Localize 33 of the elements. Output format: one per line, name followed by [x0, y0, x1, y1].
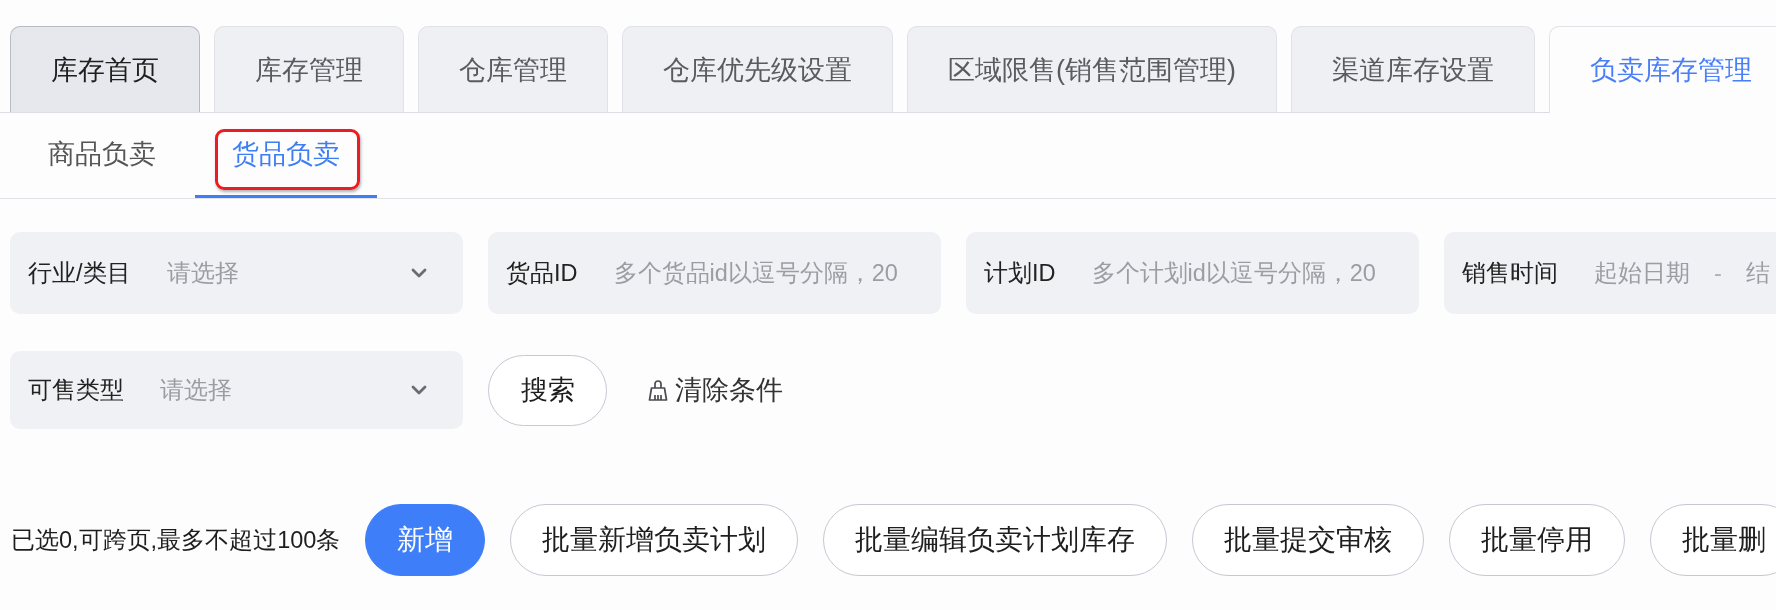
select-input[interactable]: 请选择: [160, 376, 411, 404]
nav-tab[interactable]: 库存管理: [214, 26, 404, 112]
text-input[interactable]: 多个计划id以逗号分隔，20: [1091, 259, 1383, 287]
nav-tab[interactable]: 库存首页: [10, 26, 200, 112]
nav-tab[interactable]: 负卖库存管理: [1549, 26, 1776, 113]
start-date-input[interactable]: 起始日期: [1594, 259, 1690, 287]
action-button[interactable]: 批量删: [1650, 504, 1776, 576]
nav-tab[interactable]: 渠道库存设置: [1291, 26, 1535, 112]
clear-button[interactable]: 清除条件: [648, 372, 783, 408]
brush-icon: [648, 379, 668, 401]
selection-note: 已选0,可跨页,最多不超过100条: [11, 526, 341, 555]
action-button[interactable]: 新增: [365, 504, 486, 576]
nav-tab[interactable]: 仓库管理: [418, 26, 608, 112]
action-button[interactable]: 批量编辑负卖计划库存: [823, 504, 1168, 576]
chevron-down-icon: [411, 385, 427, 395]
field-label: 货品ID: [506, 259, 578, 288]
sub-tab[interactable]: 货品负卖: [195, 113, 377, 198]
field-label: 销售时间: [1462, 259, 1558, 288]
nav-tab[interactable]: 仓库优先级设置: [622, 26, 893, 112]
field-label: 行业/类目: [28, 259, 131, 288]
select-input[interactable]: 请选择: [166, 259, 411, 287]
field-label: 计划ID: [984, 259, 1056, 288]
text-input[interactable]: 多个货品id以逗号分隔，20: [613, 259, 905, 287]
search-button[interactable]: 搜索: [488, 354, 607, 426]
nav-tab[interactable]: 区域限售(销售范围管理): [907, 26, 1277, 112]
chevron-down-icon: [411, 268, 427, 278]
end-date-input[interactable]: 结: [1745, 259, 1771, 287]
action-button[interactable]: 批量停用: [1449, 504, 1626, 576]
field-label: 可售类型: [28, 376, 124, 405]
action-button[interactable]: 批量提交审核: [1192, 504, 1425, 576]
range-separator: -: [1714, 259, 1722, 287]
sub-tab[interactable]: 商品负卖: [11, 113, 193, 198]
action-button[interactable]: 批量新增负卖计划: [510, 504, 799, 576]
